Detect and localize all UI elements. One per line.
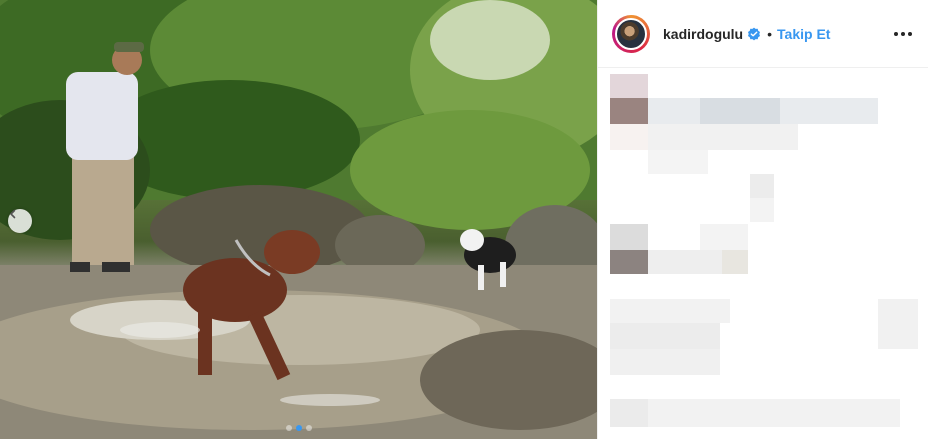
separator-dot: • <box>767 25 773 42</box>
pixel-block <box>610 323 720 349</box>
post-photo[interactable] <box>0 0 597 439</box>
carousel-dot-active <box>295 425 302 431</box>
pixel-block <box>610 349 720 375</box>
username-link[interactable]: kadirdogulu <box>663 26 743 42</box>
carousel-indicator <box>0 425 597 431</box>
previous-slide-button[interactable] <box>8 209 32 233</box>
pixel-block <box>750 198 774 222</box>
pixel-block <box>610 399 648 427</box>
pixel-block <box>610 399 900 427</box>
pixel-block <box>610 299 730 323</box>
pixel-block <box>648 150 708 174</box>
post-side-panel: kadirdogulu • Takip Et <box>597 0 928 439</box>
pixel-block <box>878 299 918 349</box>
follow-button[interactable]: Takip Et <box>777 26 830 42</box>
pixel-block <box>700 224 748 250</box>
carousel-dot <box>285 425 292 431</box>
pixel-block <box>722 250 748 274</box>
pixel-block <box>610 124 648 150</box>
instagram-post: kadirdogulu • Takip Et <box>0 0 928 439</box>
pixel-block <box>610 250 648 274</box>
more-dot <box>908 31 912 36</box>
pixel-block <box>700 98 780 124</box>
photo-scene <box>0 0 597 439</box>
pixel-block <box>610 74 648 98</box>
post-header: kadirdogulu • Takip Et <box>598 0 928 68</box>
more-options-icon[interactable] <box>892 26 914 42</box>
pixel-block <box>750 174 774 198</box>
pixel-block <box>648 124 798 150</box>
pixel-block <box>610 98 648 124</box>
chevron-left-icon <box>9 209 16 219</box>
avatar-image <box>615 17 647 50</box>
carousel-dot <box>305 425 312 431</box>
pixel-block <box>610 224 648 250</box>
verified-badge-icon <box>748 27 761 40</box>
avatar[interactable] <box>612 14 650 53</box>
more-dot <box>894 31 898 36</box>
more-dot <box>901 31 905 36</box>
blurred-comments-area <box>610 74 920 434</box>
